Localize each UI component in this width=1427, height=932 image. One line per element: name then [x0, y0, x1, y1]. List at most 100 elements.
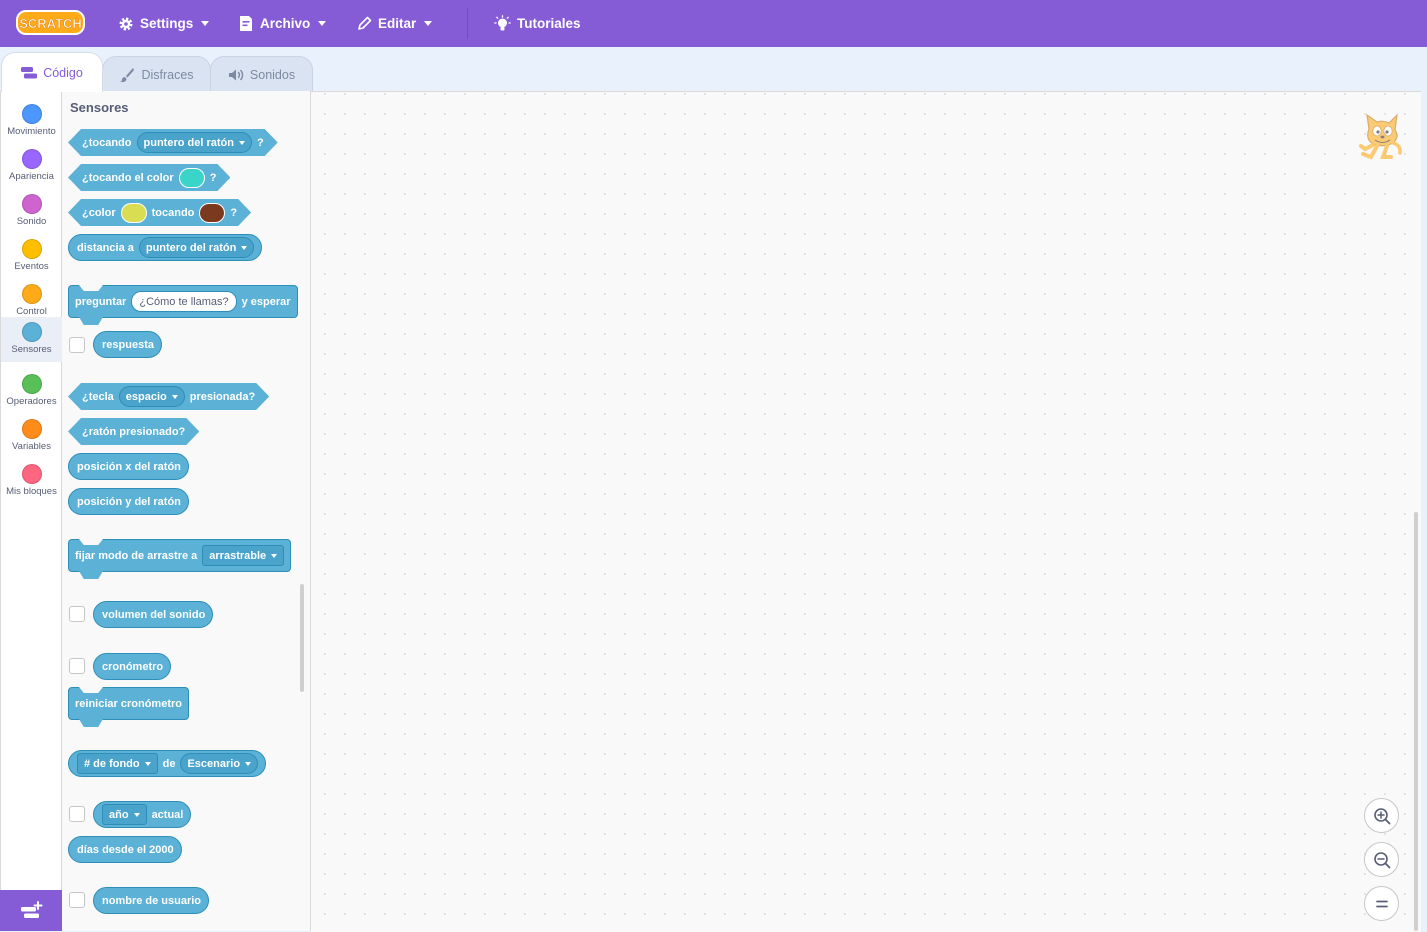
block-text: puntero del ratón	[145, 241, 237, 254]
block-text: presionada?	[189, 390, 256, 403]
category-sound[interactable]: Sonido	[1, 187, 62, 232]
days-since-2000-block[interactable]: días desde el 2000	[68, 836, 182, 863]
color-swatch[interactable]	[178, 167, 205, 188]
file-menu[interactable]: Archivo	[238, 0, 327, 47]
category-label: Control	[16, 306, 47, 317]
caret-down-icon	[171, 394, 178, 399]
color-swatch[interactable]	[120, 202, 147, 223]
category-dot	[21, 194, 42, 214]
block-text: espacio	[125, 390, 167, 403]
category-menu: Movimiento Apariencia Sonido Eventos Con…	[0, 91, 62, 931]
reset-timer-block[interactable]: reiniciar cronómetro	[68, 687, 189, 720]
menu-divider	[467, 8, 468, 39]
workspace-scrollbar[interactable]	[1414, 512, 1418, 931]
tab-sounds-label: Sonidos	[249, 67, 296, 82]
chevron-down-icon	[318, 21, 327, 26]
category-variables[interactable]: Variables	[1, 412, 62, 457]
key-menu[interactable]: espacio	[118, 386, 185, 407]
mouse-down-block[interactable]: ¿ratón presionado?	[68, 418, 199, 445]
block-text: de	[162, 757, 176, 770]
category-dot	[21, 104, 42, 124]
ask-input[interactable]: ¿Cómo te llamas?	[131, 291, 237, 312]
timer-checkbox[interactable]	[69, 658, 85, 674]
tutorials-button[interactable]: Tutoriales	[494, 0, 581, 47]
color-touching-color-block[interactable]: ¿color tocando ?	[68, 199, 251, 226]
category-events[interactable]: Eventos	[1, 232, 62, 277]
category-motion[interactable]: Movimiento	[1, 97, 62, 142]
menu-bar: SCRATCH Settings Archivo Editar Tutorial…	[0, 0, 1427, 47]
edit-menu[interactable]: Editar	[357, 0, 433, 47]
palette-scrollbar[interactable]	[300, 584, 304, 692]
color-swatch[interactable]	[199, 202, 226, 223]
category-label: Sensores	[11, 344, 52, 355]
block-text: posición x del ratón	[77, 460, 181, 473]
file-icon	[240, 16, 252, 31]
block-text: fijar modo de arrastre a	[75, 549, 198, 562]
add-extension-button[interactable]	[0, 890, 62, 931]
touching-color-block[interactable]: ¿tocando el color ?	[68, 164, 230, 191]
block-text: ¿ratón presionado?	[82, 425, 186, 438]
edit-label: Editar	[378, 16, 417, 31]
add-extension-icon	[21, 900, 43, 918]
category-dot	[21, 239, 42, 259]
answer-block[interactable]: respuesta	[93, 331, 162, 358]
drag-mode-menu[interactable]: arrastrable	[202, 545, 285, 566]
block-text: arrastrable	[209, 549, 267, 562]
category-dot	[21, 149, 42, 169]
current-menu[interactable]: año	[102, 804, 147, 825]
distance-to-block[interactable]: distancia a puntero del ratón	[68, 234, 263, 261]
mouse-y-block[interactable]: posición y del ratón	[68, 488, 189, 515]
sprite-cat-icon	[1353, 109, 1405, 161]
category-control[interactable]: Control	[1, 277, 62, 322]
zoom-in-button[interactable]	[1364, 798, 1399, 833]
tab-costumes[interactable]: Disfraces	[102, 56, 211, 92]
category-sensing[interactable]: Sensores	[1, 317, 62, 362]
scratch-logo[interactable]: SCRATCH	[16, 9, 85, 36]
block-text: ?	[209, 171, 217, 184]
block-text: # de fondo	[84, 757, 140, 770]
mouse-x-block[interactable]: posición x del ratón	[68, 453, 189, 480]
zoom-out-icon	[1373, 851, 1390, 868]
set-drag-mode-block[interactable]: fijar modo de arrastre a arrastrable	[68, 539, 292, 572]
username-block[interactable]: nombre de usuario	[93, 887, 210, 914]
tab-costumes-label: Disfraces	[141, 67, 194, 82]
current-year-block[interactable]: año actual	[93, 801, 192, 828]
timer-block[interactable]: cronómetro	[93, 653, 172, 680]
current-year-checkbox[interactable]	[69, 806, 85, 822]
answer-checkbox[interactable]	[69, 337, 85, 353]
zoom-out-button[interactable]	[1364, 842, 1399, 877]
zoom-in-icon	[1373, 807, 1390, 824]
category-label: Variables	[12, 441, 51, 452]
category-my-blocks[interactable]: Mis bloques	[1, 457, 62, 502]
touching-block[interactable]: ¿tocando puntero del ratón ?	[68, 129, 278, 156]
backdrop-of-stage-block[interactable]: # de fondo de Escenario	[68, 750, 267, 777]
tutorials-label: Tutoriales	[517, 16, 581, 31]
distance-menu[interactable]: puntero del ratón	[138, 237, 255, 258]
chevron-down-icon	[201, 21, 210, 26]
key-pressed-block[interactable]: ¿tecla espacio presionada?	[68, 383, 269, 410]
tab-sounds[interactable]: Sonidos	[210, 56, 313, 92]
category-operators[interactable]: Operadores	[1, 367, 62, 412]
script-workspace[interactable]	[311, 91, 1421, 932]
block-text: preguntar	[75, 295, 127, 308]
category-label: Mis bloques	[6, 486, 57, 497]
object-menu[interactable]: Escenario	[180, 753, 259, 774]
username-checkbox[interactable]	[69, 892, 85, 908]
block-text: reiniciar cronómetro	[75, 697, 182, 710]
ask-and-wait-block[interactable]: preguntar ¿Cómo te llamas? y esperar	[68, 285, 298, 318]
category-looks[interactable]: Apariencia	[1, 142, 62, 187]
caret-down-icon	[241, 245, 248, 250]
touching-menu[interactable]: puntero del ratón	[136, 132, 252, 153]
loudness-block[interactable]: volumen del sonido	[93, 601, 214, 628]
property-menu[interactable]: # de fondo	[77, 753, 158, 774]
workspace-edge	[1421, 91, 1427, 931]
caret-down-icon	[271, 553, 278, 558]
palette-title: Sensores	[70, 100, 129, 115]
block-text: tocando	[151, 206, 195, 219]
zoom-reset-button[interactable]	[1364, 886, 1399, 921]
loudness-checkbox[interactable]	[69, 606, 85, 622]
block-text: actual	[151, 808, 184, 821]
category-label: Movimiento	[7, 126, 56, 137]
tab-code[interactable]: Código	[1, 52, 103, 92]
settings-menu[interactable]: Settings	[118, 0, 210, 47]
